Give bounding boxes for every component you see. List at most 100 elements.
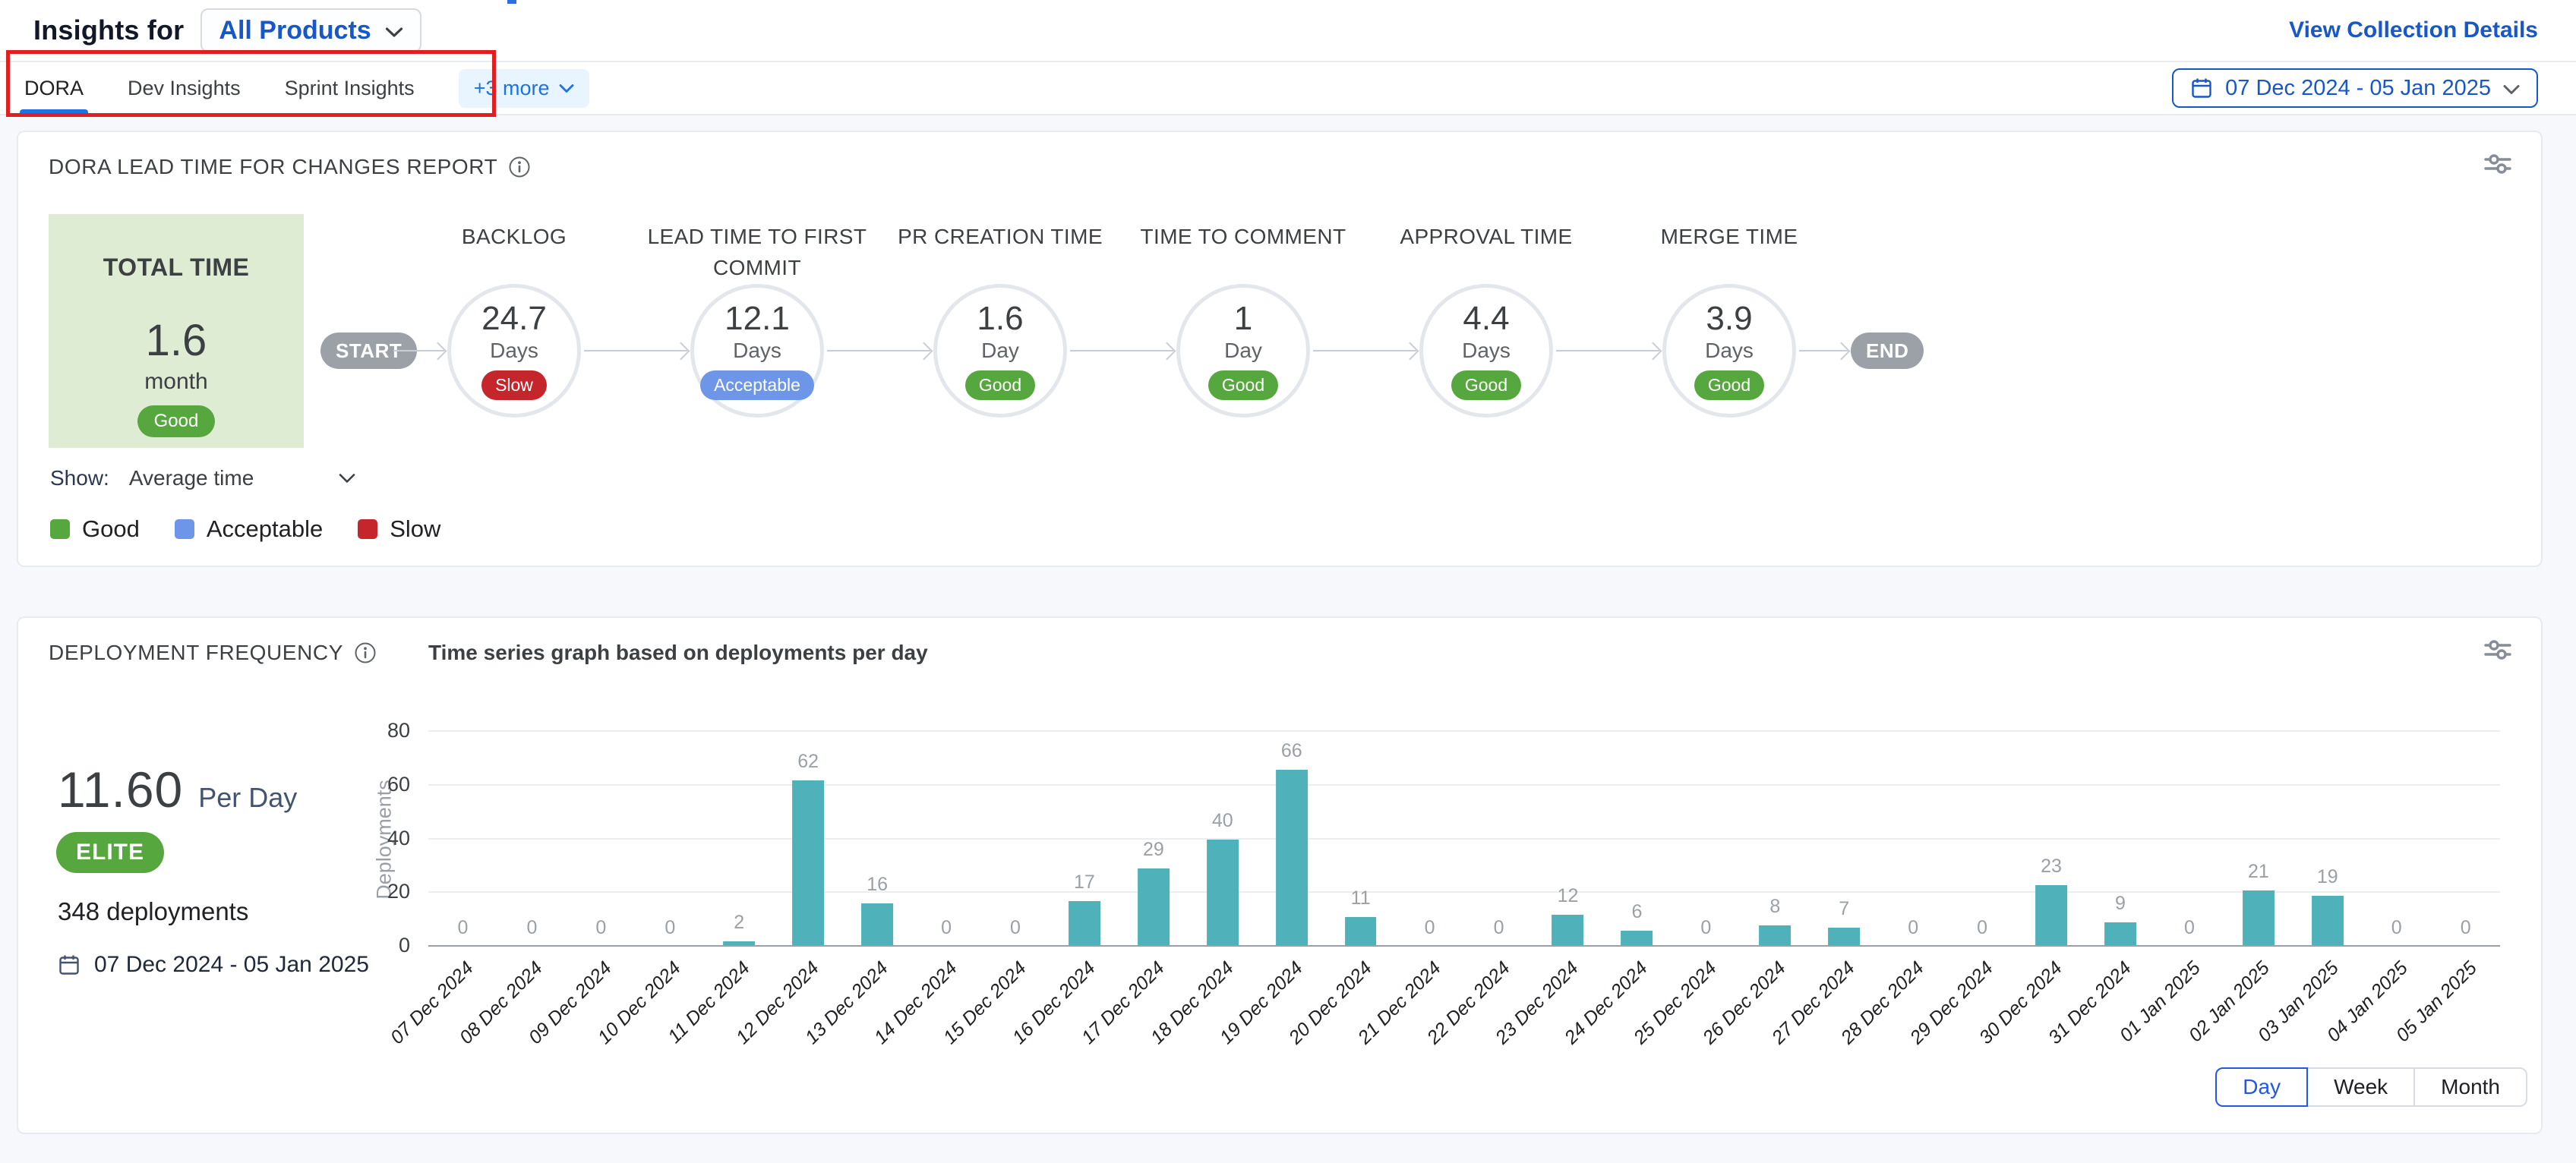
legend-item-acceptable: Acceptable (175, 515, 323, 543)
chart-bar (1276, 770, 1308, 947)
legend-swatch (50, 519, 70, 539)
stage-circle-lead-time-to-first-commit: 12.1DaysAcceptable (690, 284, 824, 418)
show-dropdown[interactable]: Show: Average time (50, 466, 355, 490)
bar-value-label: 0 (1425, 917, 1435, 939)
stage-unit: Days (1462, 339, 1511, 363)
chart-slot: 008 Dec 2024 (497, 732, 567, 947)
tab-dora[interactable]: DORA (24, 62, 84, 114)
flow-arrow (1556, 350, 1659, 351)
stage-name: PR CREATION TIME (871, 222, 1129, 253)
calendar-icon (58, 953, 80, 976)
y-axis-tick: 80 (365, 719, 410, 742)
flow-arrow (827, 350, 930, 351)
bar-value-label: 17 (1074, 871, 1095, 894)
bar-value-label: 0 (526, 917, 537, 939)
bar-value-label: 0 (1908, 917, 1918, 939)
show-value: Average time (129, 466, 319, 490)
date-range-label: 07 Dec 2024 - 05 Jan 2025 (2225, 76, 2491, 101)
chart-slot: 1903 Jan 2025 (2293, 732, 2362, 947)
bar-value-label: 0 (1977, 917, 1987, 939)
deployments-date-range-label: 07 Dec 2024 - 05 Jan 2025 (94, 952, 369, 978)
y-axis-tick: 60 (365, 773, 410, 796)
chart-slot: 010 Dec 2024 (636, 732, 705, 947)
flow-arrow (1313, 350, 1416, 351)
tabs: DORA Dev Insights Sprint Insights (24, 62, 459, 114)
tab-sprint-insights[interactable]: Sprint Insights (285, 62, 415, 114)
total-time-box: TOTAL TIME 1.6 month Good (49, 214, 304, 448)
chart-bar (792, 780, 824, 947)
chart-title: Time series graph based on deployments p… (428, 641, 928, 665)
deployment-frequency-card: DEPLOYMENT FREQUENCY Time series graph b… (17, 616, 2543, 1134)
flow-arrow (1070, 350, 1173, 351)
chart-slot: 015 Dec 2024 (981, 732, 1050, 947)
chart-slot: 6619 Dec 2024 (1257, 732, 1326, 947)
total-time-label: TOTAL TIME (103, 254, 249, 282)
stage-name: BACKLOG (385, 222, 643, 253)
chart-slot: 001 Jan 2025 (2155, 732, 2224, 947)
chart-bar (1828, 928, 1860, 947)
gridline (428, 945, 2500, 947)
chart-slot: 2917 Dec 2024 (1119, 732, 1188, 947)
granularity-month-button[interactable]: Month (2413, 1067, 2527, 1107)
bar-value-label: 0 (1494, 917, 1504, 939)
stage-circle-pr-creation-time: 1.6DayGood (933, 284, 1067, 418)
stage-name: MERGE TIME (1600, 222, 1858, 253)
deployments-bar-chart: Deployments 007 Dec 2024008 Dec 2024009 … (428, 732, 2500, 947)
stage-unit: Days (733, 339, 781, 363)
deployments-date-range: 07 Dec 2024 - 05 Jan 2025 (58, 952, 369, 978)
calendar-icon (2190, 77, 2213, 99)
chart-slot: 211 Dec 2024 (705, 732, 774, 947)
chart-bar (2312, 896, 2344, 947)
date-range-button[interactable]: 07 Dec 2024 - 05 Jan 2025 (2172, 68, 2538, 108)
tab-dev-insights[interactable]: Dev Insights (128, 62, 241, 114)
view-collection-details-link[interactable]: View Collection Details (2289, 17, 2538, 43)
status-badge: Good (1694, 370, 1764, 400)
chevron-down-icon (2503, 84, 2520, 95)
chart-slot: 1613 Dec 2024 (843, 732, 912, 947)
lead-time-card-title: DORA LEAD TIME FOR CHANGES REPORT (49, 155, 497, 179)
product-selector[interactable]: All Products (200, 8, 421, 52)
legend-item-good: Good (50, 515, 140, 543)
info-icon[interactable] (508, 156, 531, 178)
stage-value: 1.6 (977, 301, 1023, 336)
stage-unit: Day (981, 339, 1019, 363)
chart-bar (1345, 917, 1377, 947)
bar-value-label: 19 (2317, 866, 2338, 888)
chart-slot: 6212 Dec 2024 (774, 732, 843, 947)
deployment-rate-value: 11.60 (58, 761, 183, 818)
bar-value-label: 62 (797, 751, 819, 773)
y-axis-tick: 20 (365, 880, 410, 903)
info-icon[interactable] (354, 641, 377, 664)
bar-value-label: 40 (1212, 810, 1233, 832)
chart-slot: 1223 Dec 2024 (1533, 732, 1602, 947)
performance-badge: ELITE (56, 832, 164, 873)
sliders-icon[interactable] (2483, 638, 2512, 664)
chart-bar (2104, 922, 2136, 947)
stage-value: 12.1 (724, 301, 790, 336)
chart-bars: 007 Dec 2024008 Dec 2024009 Dec 2024010 … (428, 732, 2500, 947)
flow-arrow (393, 350, 444, 351)
granularity-week-button[interactable]: Week (2306, 1067, 2415, 1107)
bar-value-label: 0 (1010, 917, 1021, 939)
chart-slot: 931 Dec 2024 (2086, 732, 2155, 947)
chart-slot: 005 Jan 2025 (2431, 732, 2500, 947)
chart-slot: 4018 Dec 2024 (1188, 732, 1257, 947)
chart-bar (1207, 840, 1239, 947)
stage-name: TIME TO COMMENT (1114, 222, 1372, 253)
tabs-more-button[interactable]: +3 more (459, 69, 589, 108)
deployment-card-title: DEPLOYMENT FREQUENCY (49, 641, 343, 665)
tab-bar: DORADev InsightsSprint Insights +3 more … (0, 61, 2576, 115)
chart-bar (2035, 885, 2067, 947)
stage-circle-merge-time: 3.9DaysGood (1662, 284, 1796, 418)
chart-slot: 007 Dec 2024 (428, 732, 497, 947)
sliders-icon[interactable] (2483, 152, 2512, 178)
chart-slot: 2330 Dec 2024 (2017, 732, 2086, 947)
chart-slot: 028 Dec 2024 (1879, 732, 1948, 947)
deployment-card-header: DEPLOYMENT FREQUENCY (49, 641, 377, 665)
flow-arrow (1799, 350, 1848, 351)
granularity-day-button[interactable]: Day (2215, 1067, 2308, 1107)
chevron-down-icon (385, 27, 403, 38)
chart-slot: 826 Dec 2024 (1741, 732, 1810, 947)
chart-slot: 727 Dec 2024 (1810, 732, 1879, 947)
stage-unit: Day (1224, 339, 1262, 363)
